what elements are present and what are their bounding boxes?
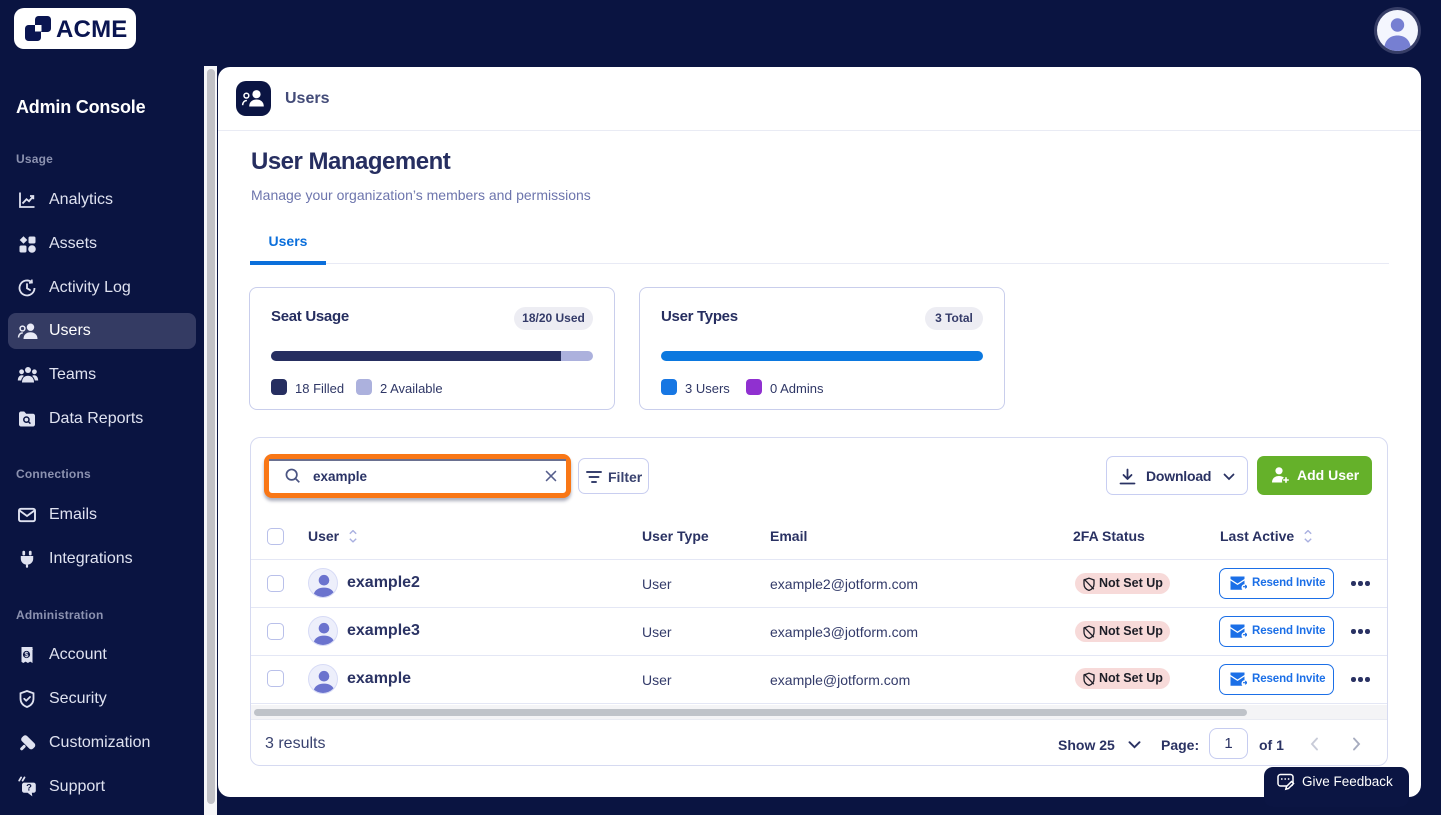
svg-text:$: $ [25, 652, 29, 659]
svg-text:?: ? [26, 783, 32, 794]
